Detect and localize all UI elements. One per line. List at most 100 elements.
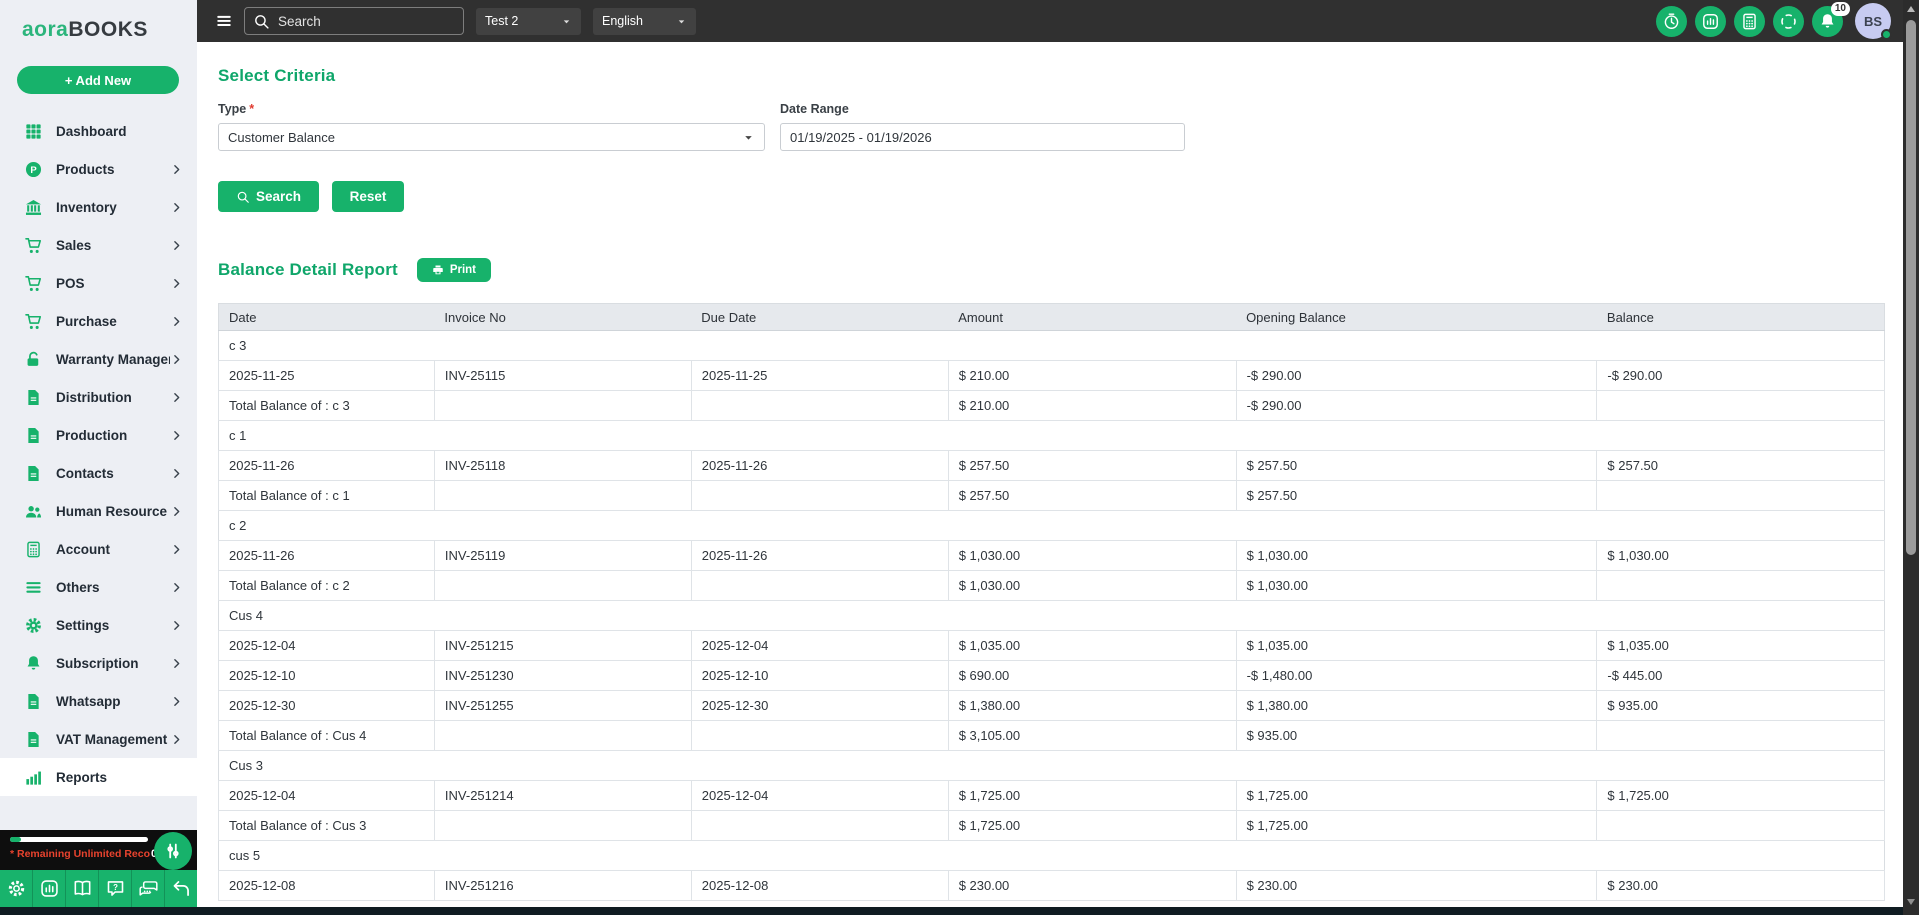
cell: Total Balance of : Cus 3 [218, 810, 435, 841]
lines-icon [24, 578, 43, 597]
column-header-due-date: Due Date [691, 303, 949, 331]
cell [1596, 570, 1885, 601]
cart-icon [24, 274, 43, 293]
undo-toolbar-button[interactable] [165, 870, 197, 907]
cell [433, 810, 692, 841]
cell: $ 210.00 [947, 360, 1237, 391]
cell: 2025-12-04 [218, 630, 435, 661]
print-button[interactable]: Print [416, 258, 491, 282]
reset-button-label: Reset [349, 189, 387, 204]
sidebar-item-vat-management[interactable]: VAT Management [0, 720, 197, 758]
cell: 2025-12-04 [690, 630, 949, 661]
cell: 2025-12-30 [690, 690, 949, 721]
sidebar-item-contacts[interactable]: Contacts [0, 454, 197, 492]
sidebar-item-human-resource[interactable]: Human Resource [0, 492, 197, 530]
vertical-scrollbar[interactable] [1903, 0, 1919, 915]
sidebar-item-inventory[interactable]: Inventory [0, 188, 197, 226]
avatar-initials: BS [1863, 13, 1883, 29]
cell: $ 1,030.00 [1596, 540, 1885, 571]
notifications-button[interactable]: 10 [1812, 1, 1850, 37]
time-tracker-button[interactable] [1656, 5, 1687, 37]
date-range-input[interactable]: 01/19/2025 - 01/19/2026 [780, 123, 1185, 151]
usage-warning-text: * Remaining Unlimited Reco0% [10, 848, 167, 860]
sidebar-item-production[interactable]: Production [0, 416, 197, 454]
customer-group-row: c 1 [218, 420, 1885, 451]
file-icon [24, 692, 43, 711]
total-row: Total Balance of : Cus 3 $ 1,725.00 $ 1,72… [218, 810, 1885, 841]
chevron-right-icon [170, 467, 183, 480]
chevron-right-icon [170, 315, 183, 328]
sidebar-item-subscription[interactable]: Subscription [0, 644, 197, 682]
bell-icon [24, 654, 43, 673]
cell: 2025-11-25 [218, 360, 435, 391]
svg-text:?: ? [113, 883, 118, 892]
search-button[interactable]: Search [218, 181, 319, 212]
cell: INV-251214 [433, 780, 692, 811]
cell: 2025-11-25 [690, 360, 949, 391]
sidebar-item-settings[interactable]: Settings [0, 606, 197, 644]
cell [433, 720, 692, 751]
support-chat-toolbar-button[interactable] [132, 870, 165, 907]
cell: $ 690.00 [947, 660, 1237, 691]
table-row: 2025-11-25 INV-25115 2025-11-25 $ 210.00 -$ … [218, 360, 1885, 391]
scroll-up-arrow[interactable] [1907, 6, 1915, 12]
column-header-opening-balance: Opening Balance [1236, 303, 1597, 331]
scan-button[interactable] [1773, 5, 1804, 37]
cell: 2025-12-04 [690, 780, 949, 811]
analytics-button[interactable] [1695, 5, 1726, 37]
help-toolbar-button[interactable]: ? [99, 870, 132, 907]
sidebar-item-pos[interactable]: POS [0, 264, 197, 302]
sliders-icon [161, 839, 185, 863]
grid-icon [24, 122, 43, 141]
sidebar-item-reports[interactable]: Reports [0, 758, 197, 796]
calculator-button[interactable] [1734, 5, 1765, 37]
sidebar-item-account[interactable]: Account [0, 530, 197, 568]
criteria-fields: Type * Customer Balance Date Range 01/19/… [218, 102, 1903, 151]
scroll-down-arrow[interactable] [1907, 899, 1915, 905]
cart-icon [24, 312, 43, 331]
sidebar-item-whatsapp[interactable]: Whatsapp [0, 682, 197, 720]
cell: 2025-12-04 [218, 780, 435, 811]
sidebar-bottom-toolbar: ? [0, 870, 197, 907]
sidebar-item-others[interactable]: Others [0, 568, 197, 606]
quick-settings-fab[interactable] [154, 832, 192, 870]
sidebar-item-warranty-managem[interactable]: Warranty Managem... [0, 340, 197, 378]
customer-group-row: Cus 3 [218, 750, 1885, 781]
sidebar-item-distribution[interactable]: Distribution [0, 378, 197, 416]
total-row: Total Balance of : c 2 $ 1,030.00 $ 1,030.… [218, 570, 1885, 601]
search-input[interactable] [278, 13, 455, 29]
cell: $ 1,035.00 [947, 630, 1237, 661]
scrollbar-thumb[interactable] [1906, 20, 1916, 555]
company-select[interactable]: Test 2 [476, 7, 581, 35]
cell: INV-251215 [433, 630, 692, 661]
sidebar-item-dashboard[interactable]: Dashboard [0, 112, 197, 150]
sidebar-item-products[interactable]: P Products [0, 150, 197, 188]
usage-progress-bar [10, 837, 148, 842]
hamburger-menu-icon[interactable] [213, 12, 235, 30]
gear-outline-icon [6, 878, 27, 899]
add-new-button[interactable]: + Add New [17, 66, 179, 94]
user-avatar[interactable]: BS [1855, 3, 1892, 40]
caret-down-icon [676, 16, 687, 27]
chevron-right-icon [170, 163, 183, 176]
cell: $ 1,030.00 [947, 570, 1237, 601]
sidebar-item-sales[interactable]: Sales [0, 226, 197, 264]
reset-button[interactable]: Reset [332, 181, 404, 212]
cell: Total Balance of : c 3 [218, 390, 435, 421]
cell: -$ 1,480.00 [1235, 660, 1598, 691]
documentation-toolbar-button[interactable] [66, 870, 99, 907]
calculator-icon [1740, 12, 1759, 31]
required-mark: * [249, 102, 255, 116]
svg-text:P: P [30, 164, 37, 175]
cell: $ 257.50 [1235, 450, 1598, 481]
sidebar-item-purchase[interactable]: Purchase [0, 302, 197, 340]
group-label: c 3 [218, 330, 1885, 361]
cell: $ 257.50 [947, 480, 1237, 511]
settings-toolbar-button[interactable] [0, 870, 33, 907]
analytics-toolbar-button[interactable] [33, 870, 66, 907]
timer-icon [1662, 12, 1681, 31]
total-row: Total Balance of : c 3 $ 210.00 -$ 290.00 [218, 390, 1885, 421]
cell: $ 230.00 [947, 870, 1237, 901]
language-select[interactable]: English [593, 7, 696, 35]
type-select[interactable]: Customer Balance [218, 123, 765, 151]
